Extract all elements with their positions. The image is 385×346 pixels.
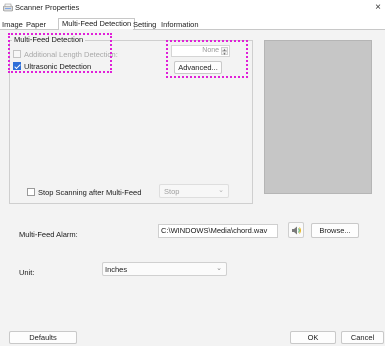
play-sound-button[interactable]	[288, 222, 304, 238]
alarm-label: Multi-Feed Alarm:	[19, 230, 78, 239]
stop-scanning-checkbox[interactable]	[27, 188, 35, 196]
preview-area	[264, 40, 372, 194]
scanner-icon	[3, 3, 13, 12]
tab-divider	[0, 29, 385, 30]
stop-scanning-label: Stop Scanning after Multi-Feed	[38, 188, 142, 197]
chevron-down-icon: ⌄	[218, 187, 224, 194]
ok-button[interactable]: OK	[290, 331, 336, 344]
browse-button[interactable]: Browse...	[311, 223, 359, 238]
cancel-button[interactable]: Cancel	[341, 331, 384, 344]
stop-action-value: Stop	[164, 187, 180, 196]
defaults-button[interactable]: Defaults	[9, 331, 77, 344]
unit-select[interactable]: Inches ⌄	[102, 262, 227, 276]
unit-value: Inches	[105, 265, 128, 274]
chevron-down-icon: ⌄	[216, 265, 222, 272]
window-title: Scanner Properties	[15, 3, 80, 12]
alarm-path-field[interactable]: C:\WINDOWS\Media\chord.wav	[158, 224, 278, 238]
unit-label: Unit:	[19, 268, 35, 277]
stop-action-select[interactable]: Stop ⌄	[159, 184, 229, 198]
active-tab-joint	[59, 29, 133, 30]
close-button[interactable]: ×	[372, 1, 384, 14]
speaker-icon	[292, 226, 301, 235]
checkbox-highlight	[8, 33, 112, 73]
spinner-highlight	[166, 40, 248, 78]
